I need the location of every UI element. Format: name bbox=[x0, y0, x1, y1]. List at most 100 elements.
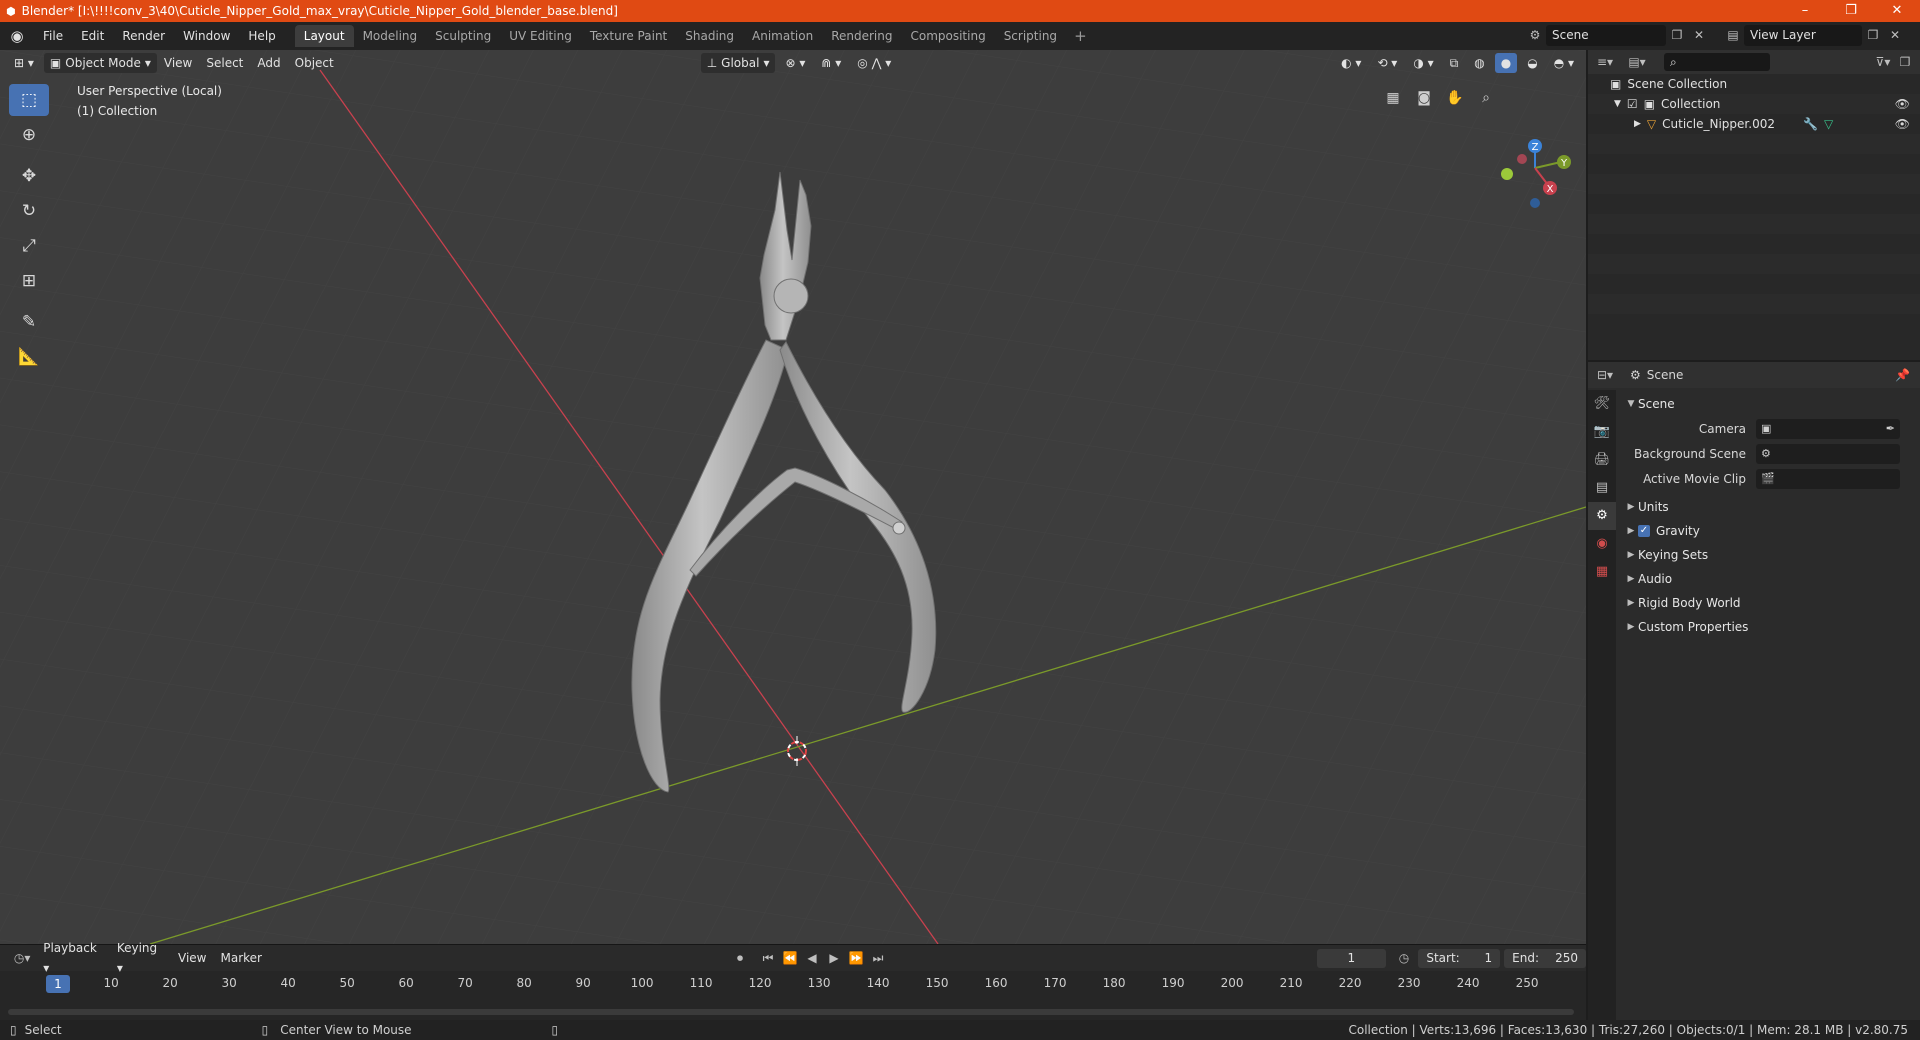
editor-type-icon[interactable]: ⊞ ▾ bbox=[8, 53, 40, 73]
view-layer-tab-icon[interactable]: ▤ bbox=[1588, 474, 1616, 502]
menu-keying[interactable]: Keying ▾ bbox=[110, 938, 171, 978]
outliner-row-scene-collection[interactable]: ▣ Scene Collection bbox=[1588, 74, 1920, 94]
menu-view[interactable]: View bbox=[157, 53, 199, 73]
toggle-camera-view-icon[interactable]: ▦ bbox=[1379, 84, 1407, 112]
outliner-editor-icon[interactable]: ≡▾ bbox=[1594, 52, 1616, 73]
gizmo-toggle-icon[interactable]: ⟲ ▾ bbox=[1371, 53, 1403, 73]
camera-icon[interactable]: ◙ bbox=[1410, 84, 1438, 112]
tab-sculpting[interactable]: Sculpting bbox=[426, 25, 500, 47]
scene-tab-icon[interactable]: ⚙ bbox=[1588, 502, 1616, 530]
select-box-tool-icon[interactable]: ⬚ bbox=[9, 84, 49, 116]
delete-scene-icon[interactable]: ✕ bbox=[1688, 25, 1710, 46]
menu-playback[interactable]: Playback ▾ bbox=[36, 938, 110, 978]
timeline-editor-icon[interactable]: ◷▾ bbox=[8, 948, 36, 969]
menu-edit[interactable]: Edit bbox=[72, 25, 113, 47]
zoom-icon[interactable]: ⌕ bbox=[1472, 84, 1500, 112]
transform-tool-icon[interactable]: ⊞ bbox=[9, 265, 49, 297]
end-frame-field[interactable]: End: 250 bbox=[1504, 948, 1586, 968]
view-layer-icon[interactable]: ▤ bbox=[1722, 25, 1744, 46]
tab-uv-editing[interactable]: UV Editing bbox=[500, 25, 581, 47]
view-layer-field[interactable]: View Layer bbox=[1744, 25, 1862, 46]
viewport-canvas[interactable]: Z Y X bbox=[0, 50, 1586, 944]
3d-viewport[interactable]: Z Y X ⊞ ▾ ▣ Object Mode ▾ View Select Ad… bbox=[0, 50, 1586, 944]
snap-icon[interactable]: ⋒ ▾ bbox=[815, 53, 847, 73]
audio-panel-header[interactable]: ▶ Audio bbox=[1618, 567, 1918, 591]
render-tab-icon[interactable]: 📷 bbox=[1588, 418, 1616, 446]
outliner-row-object[interactable]: ▶ ▽ Cuticle_Nipper.002 🔧 ▽ 👁 bbox=[1588, 114, 1920, 134]
menu-window[interactable]: Window bbox=[174, 25, 239, 47]
rotate-tool-icon[interactable]: ↻ bbox=[9, 195, 49, 227]
scene-panel-header[interactable]: ▼ Scene bbox=[1618, 392, 1918, 416]
timeline-scrollbar[interactable] bbox=[8, 1009, 1574, 1015]
camera-field[interactable]: ▣ ✒ bbox=[1756, 418, 1900, 439]
pan-hand-icon[interactable]: ✋ bbox=[1441, 84, 1469, 112]
scene-name-field[interactable]: Scene bbox=[1546, 25, 1666, 46]
menu-add[interactable]: Add bbox=[250, 53, 287, 73]
close-button[interactable]: ✕ bbox=[1874, 0, 1920, 22]
mesh-data-icon[interactable]: ▽ bbox=[1824, 117, 1833, 131]
blender-logo-icon[interactable]: ◉ bbox=[0, 27, 34, 45]
menu-render[interactable]: Render bbox=[113, 25, 174, 47]
units-panel-header[interactable]: ▶ Units bbox=[1618, 495, 1918, 519]
shading-wireframe-icon[interactable]: ◍ bbox=[1468, 53, 1490, 73]
custom-properties-panel-header[interactable]: ▶ Custom Properties bbox=[1618, 615, 1918, 639]
tab-rendering[interactable]: Rendering bbox=[822, 25, 901, 47]
overlays-icon[interactable]: ◑ ▾ bbox=[1407, 53, 1439, 73]
menu-object[interactable]: Object bbox=[288, 53, 341, 73]
tab-shading[interactable]: Shading bbox=[676, 25, 743, 47]
jump-start-icon[interactable]: ⏮ bbox=[757, 948, 779, 969]
eye-icon[interactable]: 👁 bbox=[1895, 97, 1910, 111]
add-workspace-button[interactable]: + bbox=[1066, 27, 1095, 45]
menu-timeline-view[interactable]: View bbox=[171, 948, 213, 968]
gizmo-neg-z-axis[interactable] bbox=[1530, 198, 1540, 208]
eyedropper-icon[interactable]: ✒ bbox=[1886, 422, 1895, 435]
menu-select[interactable]: Select bbox=[199, 53, 250, 73]
tool-tab-icon[interactable]: 🛠 bbox=[1588, 390, 1616, 418]
tab-compositing[interactable]: Compositing bbox=[901, 25, 994, 47]
prev-keyframe-icon[interactable]: ⏪ bbox=[779, 948, 801, 969]
timeline-ruler[interactable]: 1 10 20 30 40 50 60 70 80 90 100 110 120 130 140 150 16… bbox=[0, 973, 1586, 995]
tab-texture-paint[interactable]: Texture Paint bbox=[581, 25, 676, 47]
xray-icon[interactable]: ⧉ bbox=[1444, 53, 1465, 73]
expand-arrow-icon[interactable]: ▶ bbox=[1634, 119, 1641, 129]
jump-end-icon[interactable]: ⏭ bbox=[867, 948, 889, 969]
exclude-checkbox[interactable]: ☑ bbox=[1627, 97, 1638, 111]
pivot-point-icon[interactable]: ⊗ ▾ bbox=[779, 53, 811, 73]
properties-editor-icon[interactable]: ⊟▾ bbox=[1594, 365, 1616, 386]
texture-tab-icon[interactable]: ▦ bbox=[1588, 558, 1616, 586]
scene-icon[interactable]: ⚙ bbox=[1524, 25, 1546, 46]
gravity-checkbox[interactable]: ✓ bbox=[1638, 525, 1650, 537]
scale-tool-icon[interactable]: ⤢ bbox=[9, 230, 49, 262]
tab-scripting[interactable]: Scripting bbox=[995, 25, 1066, 47]
proportional-edit-icon[interactable]: ◎ ⋀ ▾ bbox=[851, 53, 897, 73]
cursor-tool-icon[interactable]: ⊕ bbox=[9, 119, 49, 151]
eye-icon[interactable]: 👁 bbox=[1895, 117, 1910, 131]
play-icon[interactable]: ▶ bbox=[823, 948, 845, 969]
transform-orientation-dropdown[interactable]: ⊥ Global ▾ bbox=[700, 52, 776, 73]
play-reverse-icon[interactable]: ◀ bbox=[801, 948, 823, 969]
tab-modeling[interactable]: Modeling bbox=[354, 25, 427, 47]
menu-marker[interactable]: Marker bbox=[214, 948, 269, 968]
measure-tool-icon[interactable]: 📐 bbox=[9, 341, 49, 373]
active-movie-clip-field[interactable]: 🎬 bbox=[1756, 468, 1900, 489]
gravity-panel-header[interactable]: ▶ ✓ Gravity bbox=[1618, 519, 1918, 543]
keying-sets-panel-header[interactable]: ▶ Keying Sets bbox=[1618, 543, 1918, 567]
new-view-layer-icon[interactable]: ❐ bbox=[1862, 25, 1884, 46]
background-scene-field[interactable]: ⚙ bbox=[1756, 443, 1900, 464]
shading-solid-icon[interactable]: ● bbox=[1494, 52, 1518, 73]
world-tab-icon[interactable]: ◉ bbox=[1588, 530, 1616, 558]
playhead-frame-indicator[interactable]: 1 bbox=[46, 975, 70, 993]
visibility-icon[interactable]: ◐ ▾ bbox=[1335, 53, 1367, 73]
menu-file[interactable]: File bbox=[34, 25, 72, 47]
shading-material-icon[interactable]: ◒ bbox=[1521, 53, 1543, 73]
delete-view-layer-icon[interactable]: ✕ bbox=[1884, 25, 1906, 46]
display-mode-icon[interactable]: ▤▾ bbox=[1626, 52, 1648, 73]
expand-arrow-icon[interactable]: ▼ bbox=[1614, 99, 1621, 109]
current-frame-field[interactable]: 1 bbox=[1316, 948, 1386, 968]
move-tool-icon[interactable]: ✥ bbox=[9, 160, 49, 192]
outliner-row-collection[interactable]: ▼ ☑ ▣ Collection 👁 bbox=[1588, 94, 1920, 114]
new-collection-icon[interactable]: ❐ bbox=[1894, 52, 1916, 73]
rigid-body-world-panel-header[interactable]: ▶ Rigid Body World bbox=[1618, 591, 1918, 615]
record-icon[interactable]: ⏺ bbox=[729, 948, 751, 969]
annotate-tool-icon[interactable]: ✎ bbox=[9, 306, 49, 338]
